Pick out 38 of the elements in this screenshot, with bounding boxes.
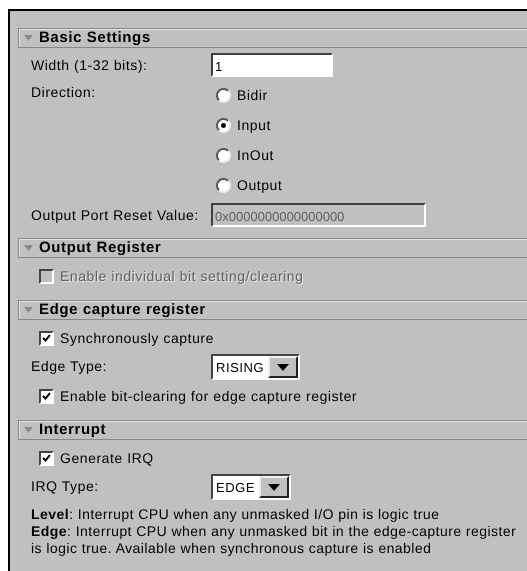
radio-option[interactable]: Output bbox=[211, 170, 282, 200]
help-text: Level: Interrupt CPU when any unmasked I/O pin is logic true bbox=[31, 506, 440, 523]
radio-option[interactable]: InOut bbox=[211, 140, 282, 170]
text-field[interactable]: 1 bbox=[211, 53, 333, 77]
radio-button[interactable] bbox=[216, 88, 231, 102]
dropdown-arrow-icon bbox=[268, 484, 280, 490]
section-header[interactable]: Interrupt bbox=[18, 420, 527, 440]
checkbox-label: Enable individual bit setting/clearing bbox=[60, 268, 304, 284]
section-header[interactable]: Edge capture register bbox=[18, 300, 527, 320]
section-header[interactable]: Output Register bbox=[18, 238, 527, 258]
checkmark-icon bbox=[42, 454, 51, 462]
checkmark-icon bbox=[42, 392, 51, 400]
dropdown[interactable]: RISING bbox=[211, 354, 300, 380]
checkbox[interactable] bbox=[39, 450, 54, 466]
checkmark-icon bbox=[42, 334, 51, 342]
checkbox-label: Enable bit-clearing for edge capture register bbox=[60, 388, 358, 404]
field-label: Direction: bbox=[31, 83, 97, 101]
checkbox-label: Synchronously capture bbox=[60, 330, 214, 346]
radio-button[interactable] bbox=[216, 118, 231, 132]
help-text: Edge: Interrupt CPU when any unmasked bit in the edge-capture register is logic true. Available when synchronous capture is enabled bbox=[31, 523, 518, 557]
radio-option[interactable]: Input bbox=[211, 110, 282, 140]
field-label: Output Port Reset Value: bbox=[31, 206, 200, 224]
collapse-triangle-icon bbox=[24, 427, 33, 433]
checkbox[interactable] bbox=[39, 388, 54, 404]
radio-button[interactable] bbox=[216, 148, 231, 162]
section-header[interactable]: Basic Settings bbox=[18, 28, 527, 48]
field-label: Edge Type: bbox=[31, 357, 108, 375]
field-label: IRQ Type: bbox=[31, 477, 100, 495]
checkbox[interactable] bbox=[39, 330, 54, 346]
dropdown[interactable]: EDGE bbox=[211, 474, 292, 500]
dropdown-arrow-icon bbox=[277, 364, 290, 370]
checkbox-label: Generate IRQ bbox=[60, 450, 154, 466]
field-label: Width (1-32 bits): bbox=[31, 56, 148, 74]
collapse-triangle-icon bbox=[24, 35, 33, 41]
collapse-triangle-icon bbox=[24, 307, 33, 313]
radio-option[interactable]: Bidir bbox=[211, 80, 282, 110]
radio-button[interactable] bbox=[216, 178, 231, 192]
collapse-triangle-icon bbox=[24, 245, 33, 251]
